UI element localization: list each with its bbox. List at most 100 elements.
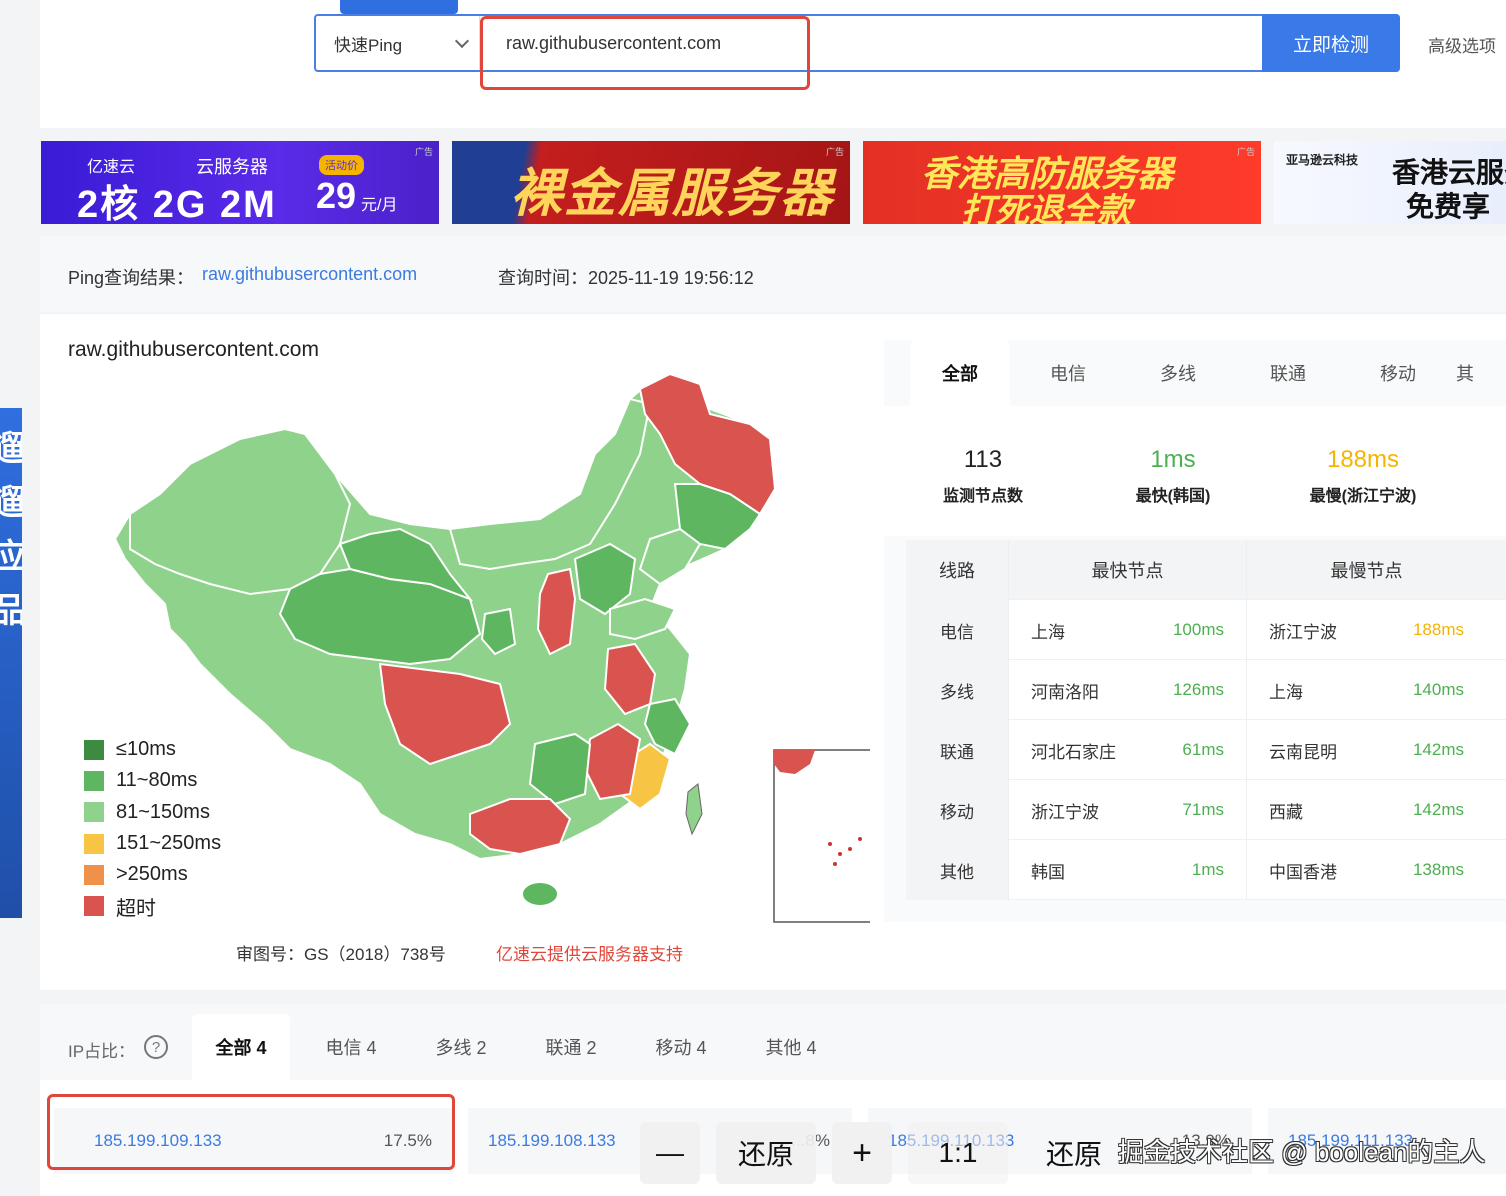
slow-node: 云南昆明 (1269, 742, 1337, 762)
ping-mode-label: 快速Ping (334, 35, 403, 55)
th-line: 线路 (906, 540, 1008, 600)
th-slowest-label: 最慢节点 (1330, 561, 1403, 581)
query-time: 查询时间：2025-11-19 19:56:12 (498, 268, 754, 288)
banner-ad-yisu[interactable]: 亿速云 云服务器 活动价 2核 2G 2M 29 元/月 广告 (41, 141, 439, 224)
fast-node: 韩国 (1031, 862, 1065, 882)
ip-tab-mobile[interactable]: 移动 4 (632, 1014, 730, 1080)
watermark-text: 掘金技术社区 @ boolean的主人 (1118, 1137, 1486, 1167)
slow-node: 西藏 (1269, 802, 1303, 822)
legend-item: 11~80ms (84, 765, 221, 796)
slow-ms: 140ms (1412, 680, 1464, 699)
ad-label: 广告 (414, 147, 433, 157)
legend-swatch (84, 770, 104, 791)
ip-tab-all[interactable]: 全部 4 (192, 1014, 290, 1080)
tab-all[interactable]: 全部 (910, 340, 1010, 406)
legend-swatch (84, 739, 104, 760)
legend-label: >250ms (116, 863, 188, 886)
ad-label: 广告 (825, 147, 844, 157)
stat-value: 1ms (1150, 446, 1196, 473)
slow-ms: 138ms (1412, 860, 1464, 879)
tab-other[interactable]: 其 (1456, 340, 1506, 406)
slow-node: 上海 (1269, 682, 1303, 702)
legend-label: 81~150ms (116, 800, 210, 823)
slow-node: 浙江宁波 (1269, 622, 1337, 642)
row-line: 其他 (906, 840, 1008, 900)
restore-button[interactable]: 还原 (716, 1122, 816, 1184)
legend-swatch (84, 802, 104, 823)
th-fastest: 最快节点 (1008, 540, 1246, 600)
banner-line2: 免费享 (1406, 191, 1491, 222)
row-line: 移动 (906, 780, 1008, 840)
active-tool-tab[interactable] (340, 0, 458, 14)
banner-spec: 2核 2G 2M (77, 184, 277, 224)
fast-ms: 100ms (1172, 620, 1224, 639)
chevron-down-icon (454, 33, 470, 49)
ip-tab-multiline[interactable]: 多线 2 (412, 1014, 510, 1080)
result-host-link[interactable]: raw.githubusercontent.com (202, 264, 417, 285)
legend-swatch (84, 896, 104, 917)
table-row: 联通 河北石家庄 61ms 云南昆明 142ms (906, 720, 1506, 780)
slow-ms: 142ms (1412, 800, 1464, 819)
legend-swatch (84, 864, 104, 885)
legend-label: ≤10ms (116, 738, 176, 761)
row-fast: 浙江宁波 71ms (1008, 780, 1246, 840)
row-line: 联通 (906, 720, 1008, 780)
isp-tabs: 全部 电信 多线 联通 移动 其 (884, 340, 1506, 406)
row-line: 多线 (906, 660, 1008, 720)
tab-telecom[interactable]: 电信 (1018, 340, 1118, 406)
side-ad-strip[interactable]: 遛遛应品 (0, 408, 22, 918)
zoom-out-button[interactable]: — (640, 1122, 700, 1184)
map-approval-number: 审图号：GS（2018）738号 (236, 945, 446, 964)
check-now-button[interactable]: 立即检测 (1262, 14, 1400, 72)
row-slow: 西藏 142ms (1246, 780, 1486, 840)
ip-tab-unicom[interactable]: 联通 2 (522, 1014, 620, 1080)
row-slow: 中国香港 138ms (1246, 840, 1486, 900)
ip-ratio-label: IP占比： (68, 1042, 136, 1061)
table-row: 其他 韩国 1ms 中国香港 138ms (906, 840, 1506, 900)
table-row: 电信 上海 100ms 浙江宁波 188ms (906, 600, 1506, 660)
tab-mobile[interactable]: 移动 (1348, 340, 1448, 406)
zoom-in-button[interactable]: + (832, 1122, 892, 1184)
slow-node: 中国香港 (1269, 862, 1337, 882)
banner-tag: 活动价 (319, 155, 364, 175)
row-fast: 河南洛阳 126ms (1008, 660, 1246, 720)
stat-value: 188ms (1326, 446, 1400, 473)
th-fastest-label: 最快节点 (1091, 561, 1164, 581)
help-icon[interactable]: ? (144, 1035, 168, 1059)
row-fast: 韩国 1ms (1008, 840, 1246, 900)
stat-node-count: 113 监测节点数 (898, 446, 1068, 506)
advanced-options-link[interactable]: 高级选项 (1428, 32, 1496, 57)
ip-tab-telecom[interactable]: 电信 4 (302, 1014, 400, 1080)
fast-node: 河北石家庄 (1031, 742, 1116, 762)
banner-ad-hk-ddos[interactable]: 香港高防服务器 打死退全款 广告 (863, 141, 1261, 224)
slow-ms: 188ms (1412, 620, 1464, 639)
banner-ad-baremetal[interactable]: 裸金属服务器 广告 (452, 141, 850, 224)
table-row: 移动 浙江宁波 71ms 西藏 142ms (906, 780, 1506, 840)
banner-ad-aws[interactable]: 亚马逊云科技 香港云服务器 免费享 (1274, 141, 1506, 224)
row-fast: 上海 100ms (1008, 600, 1246, 660)
ping-mode-select[interactable]: 快速Ping (316, 16, 480, 70)
tab-unicom[interactable]: 联通 (1238, 340, 1338, 406)
table-header-row: 线路 最快节点 最慢节点 (906, 540, 1506, 600)
ip-tab-other[interactable]: 其他 4 (742, 1014, 840, 1080)
row-slow: 云南昆明 142ms (1246, 720, 1486, 780)
th-slowest: 最慢节点 (1246, 540, 1486, 600)
sponsor-link[interactable]: 亿速云提供云服务器支持 (496, 940, 683, 965)
stat-value: 113 (963, 446, 1003, 473)
banner-price: 29 (316, 175, 357, 216)
ad-label: 广告 (1236, 147, 1255, 157)
fast-node: 上海 (1031, 622, 1065, 642)
stat-label: 最快(韩国) (1135, 488, 1211, 505)
legend-item: ≤10ms (84, 734, 221, 765)
tab-multiline[interactable]: 多线 (1128, 340, 1228, 406)
legend-swatch (84, 833, 104, 854)
legend-label: 151~250ms (116, 832, 222, 855)
slow-ms: 142ms (1412, 740, 1464, 759)
row-fast: 河北石家庄 61ms (1008, 720, 1246, 780)
actual-size-button[interactable]: 1:1 (908, 1122, 1008, 1184)
search-bar: 快速Ping (314, 14, 1400, 72)
row-slow: 浙江宁波 188ms (1246, 600, 1486, 660)
annotation-highlight-ip (47, 1094, 455, 1170)
stats-summary: 113 监测节点数 1ms 最快(韩国) 188ms 最慢(浙江宁波) (884, 406, 1506, 536)
restore-button-2[interactable]: 还原 (1028, 1122, 1120, 1184)
